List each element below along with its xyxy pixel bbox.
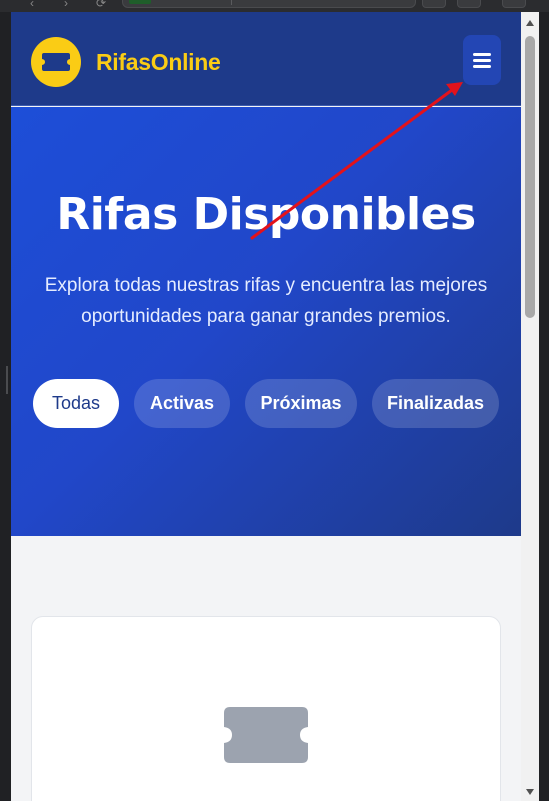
extension-button[interactable] — [457, 0, 481, 8]
hamburger-menu-icon — [473, 65, 491, 68]
scroll-down-icon[interactable] — [526, 789, 534, 795]
hamburger-menu-button[interactable] — [463, 35, 501, 85]
window-frame-left — [0, 12, 11, 801]
reload-icon[interactable]: ⟳ — [96, 0, 106, 10]
filter-tab-proximas[interactable]: Próximas — [245, 379, 357, 428]
extension-button[interactable] — [422, 0, 446, 8]
vertical-scrollbar[interactable] — [521, 12, 539, 801]
filter-tab-activas[interactable]: Activas — [134, 379, 230, 428]
hamburger-menu-icon — [473, 59, 491, 62]
site-header: RifasOnline — [11, 12, 521, 106]
filter-tab-finalizadas[interactable]: Finalizadas — [372, 379, 499, 428]
filter-tab-todas[interactable]: Todas — [33, 379, 119, 428]
hamburger-menu-icon — [473, 53, 491, 56]
forward-icon[interactable]: › — [64, 0, 68, 10]
back-icon[interactable]: ‹ — [30, 0, 34, 10]
address-bar[interactable] — [122, 0, 416, 8]
resize-handle[interactable] — [6, 366, 8, 394]
ticket-icon — [42, 53, 70, 71]
page-subtitle: Explora todas nuestras rifas y encuentra… — [44, 275, 488, 327]
scroll-up-icon[interactable] — [526, 20, 534, 26]
filter-tabs: Todas Activas Próximas Finalizadas — [33, 379, 513, 429]
ticket-icon — [224, 707, 308, 763]
page-viewport: RifasOnline Rifas Disponibles Explora to… — [11, 12, 521, 801]
brand-logo[interactable] — [31, 37, 81, 87]
window-frame-right — [539, 12, 549, 801]
browser-menu-button[interactable] — [502, 0, 526, 8]
brand-name[interactable]: RifasOnline — [96, 49, 221, 76]
hero-section: Rifas Disponibles Explora todas nuestras… — [11, 107, 521, 536]
page-title: Rifas Disponibles — [56, 189, 476, 240]
security-indicator — [129, 0, 151, 4]
raffle-card — [31, 616, 501, 801]
browser-toolbar: ‹ › ⟳ — [0, 0, 549, 12]
scrollbar-thumb[interactable] — [525, 36, 535, 318]
address-separator — [231, 0, 232, 5]
